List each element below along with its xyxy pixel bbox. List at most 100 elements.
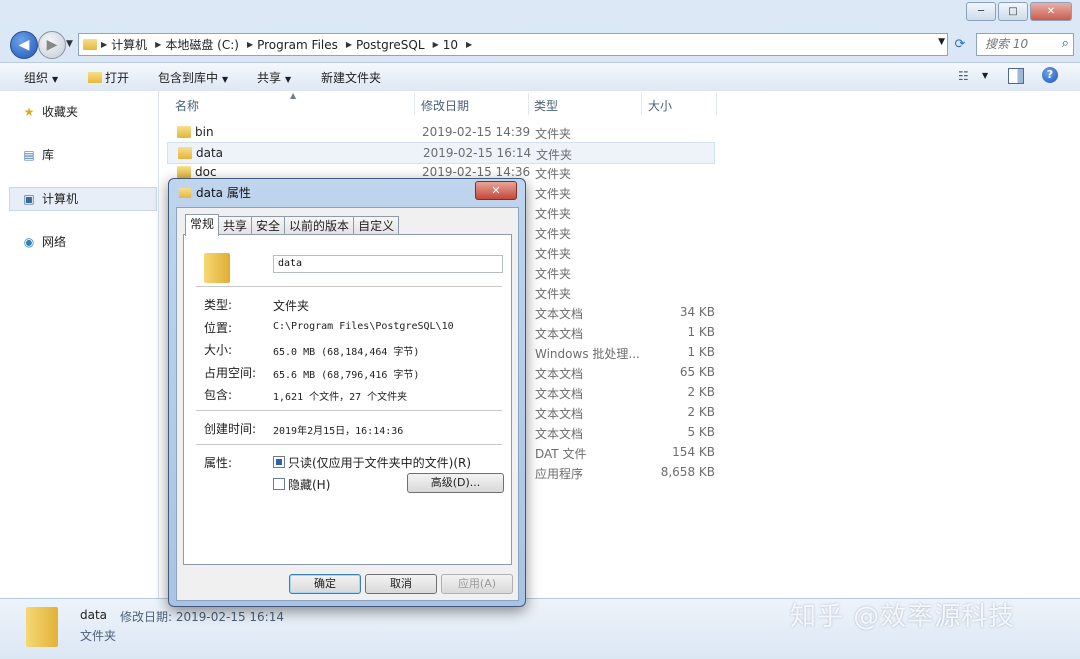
folder-icon	[26, 607, 58, 647]
breadcrumb-postgresql[interactable]: PostgreSQL	[356, 38, 425, 52]
ok-button[interactable]: 确定	[289, 574, 361, 594]
contains-label: 包含:	[204, 388, 233, 402]
type-label: 类型:	[204, 298, 233, 312]
chevron-right-icon[interactable]: ▶	[155, 40, 161, 49]
location-label: 位置:	[204, 321, 233, 335]
new-folder-button[interactable]: 新建文件夹	[321, 69, 381, 86]
view-options-icon[interactable]: ☷	[958, 69, 974, 83]
folder-icon	[178, 147, 192, 159]
tab-customize[interactable]: 自定义	[353, 216, 400, 235]
search-input[interactable]	[977, 34, 1053, 53]
chevron-down-icon: ▼	[222, 75, 229, 84]
column-header-name[interactable]: 名称	[175, 97, 199, 114]
refresh-icon[interactable]: ⟳	[950, 34, 970, 55]
size-value: 65.0 MB (68,184,464 字节)	[273, 347, 420, 358]
back-button[interactable]: ◀	[10, 31, 38, 59]
file-type: 文本文档	[535, 407, 584, 421]
column-divider[interactable]	[528, 93, 529, 115]
dialog-close-button[interactable]: ✕	[475, 181, 517, 200]
breadcrumb-local-disk[interactable]: 本地磁盘 (C:)	[165, 36, 239, 53]
file-size: 154 KB	[672, 445, 715, 459]
file-type: 文件夹	[535, 187, 572, 201]
maximize-button[interactable]: □	[998, 2, 1028, 21]
recent-pages-dropdown[interactable]: ▼	[66, 39, 73, 49]
nav-network[interactable]: ◉ 网络	[22, 233, 66, 250]
file-size: 34 KB	[679, 305, 715, 319]
include-in-library-button[interactable]: 包含到库中 ▼	[158, 69, 228, 86]
explorer-window: ─ □ ✕ ◀ ▶ ▼ ▶ 计算机 ▶ 本地磁盘 (C:) ▶ Program …	[0, 0, 1080, 659]
open-folder-icon	[88, 72, 102, 83]
command-bar: 组织 ▼ 打开 包含到库中 ▼ 共享 ▼ 新建文件夹 ☷ ▼ ?	[0, 62, 1080, 92]
address-dropdown[interactable]: ▼	[938, 37, 945, 47]
table-row-selected[interactable]: data 2019-02-15 16:14 文件夹	[167, 142, 715, 164]
chevron-down-icon: ▼	[285, 75, 292, 84]
computer-icon: ▣	[23, 192, 35, 206]
file-type: DAT 文件	[535, 447, 587, 461]
column-header-size[interactable]: 大小	[648, 97, 672, 114]
location-value: C:\Program Files\PostgreSQL\10	[273, 321, 454, 332]
file-size: 2 KB	[687, 405, 715, 419]
column-header-date[interactable]: 修改日期	[421, 97, 469, 114]
organize-button[interactable]: 组织 ▼	[24, 69, 58, 86]
column-divider[interactable]	[641, 93, 642, 115]
file-type: 文本文档	[535, 387, 584, 401]
file-date: 2019-02-15 14:36	[422, 165, 531, 179]
tab-previous-versions[interactable]: 以前的版本	[284, 216, 355, 235]
hidden-checkbox[interactable]: 隐藏(H)	[273, 476, 330, 493]
readonly-checkbox[interactable]: 只读(仅应用于文件夹中的文件)(R)	[273, 454, 471, 471]
library-icon: ▤	[23, 148, 35, 162]
help-icon[interactable]: ?	[1042, 67, 1058, 83]
file-type: 文件夹	[535, 127, 572, 141]
table-row[interactable]: bin 2019-02-15 14:39 文件夹	[167, 122, 715, 142]
column-divider[interactable]	[716, 93, 717, 115]
dialog-tabs: 常规 共享 安全 以前的版本 自定义	[185, 214, 400, 236]
forward-arrow-icon: ▶	[46, 37, 58, 53]
file-date: 2019-02-15 14:39	[422, 125, 531, 139]
file-size: 5 KB	[687, 425, 715, 439]
column-divider[interactable]	[414, 93, 415, 115]
cancel-button[interactable]: 取消	[365, 574, 437, 594]
apply-button[interactable]: 应用(A)	[441, 574, 513, 594]
breadcrumb-computer[interactable]: 计算机	[111, 36, 147, 53]
tab-sharing[interactable]: 共享	[218, 216, 253, 235]
nav-computer[interactable]: ▣ 计算机	[22, 190, 78, 207]
chevron-right-icon[interactable]: ▶	[101, 40, 107, 49]
divider	[196, 410, 502, 412]
file-size: 1 KB	[687, 345, 715, 359]
folder-icon	[204, 253, 230, 283]
chevron-down-icon[interactable]: ▼	[982, 71, 988, 80]
chevron-right-icon[interactable]: ▶	[466, 40, 472, 49]
column-header-type[interactable]: 类型	[534, 97, 558, 114]
divider	[196, 444, 502, 446]
file-type: 文件夹	[535, 207, 572, 221]
chevron-right-icon[interactable]: ▶	[433, 40, 439, 49]
disk-size-value: 65.6 MB (68,796,416 字节)	[273, 370, 420, 381]
file-date: 2019-02-15 16:14	[423, 146, 532, 160]
chevron-right-icon[interactable]: ▶	[346, 40, 352, 49]
tab-general[interactable]: 常规	[185, 214, 220, 236]
nav-libraries[interactable]: ▤ 库	[22, 146, 54, 163]
breadcrumb-10[interactable]: 10	[443, 38, 458, 52]
search-box[interactable]: ⌕	[976, 33, 1074, 56]
advanced-button[interactable]: 高级(D)...	[407, 473, 504, 493]
folder-name-field[interactable]	[273, 255, 503, 273]
forward-button[interactable]: ▶	[38, 31, 66, 59]
file-type: Windows 批处理...	[535, 347, 640, 361]
window-controls: ─ □ ✕	[964, 2, 1072, 21]
general-tab-panel: 类型: 文件夹 位置: C:\Program Files\PostgreSQL\…	[183, 234, 512, 565]
created-value: 2019年2月15日，16:14:36	[273, 426, 404, 437]
breadcrumb-program-files[interactable]: Program Files	[257, 38, 338, 52]
nav-favorites[interactable]: ★ 收藏夹	[22, 103, 78, 120]
search-icon[interactable]: ⌕	[1062, 36, 1069, 51]
open-button[interactable]: 打开	[88, 69, 129, 86]
address-bar[interactable]: ▶ 计算机 ▶ 本地磁盘 (C:) ▶ Program Files ▶ Post…	[78, 33, 948, 56]
tab-security[interactable]: 安全	[251, 216, 286, 235]
minimize-button[interactable]: ─	[966, 2, 996, 21]
share-button[interactable]: 共享 ▼	[257, 69, 291, 86]
back-arrow-icon: ◀	[18, 37, 30, 53]
chevron-right-icon[interactable]: ▶	[247, 40, 253, 49]
preview-pane-icon[interactable]	[1008, 68, 1024, 84]
watermark: 知乎 @效率源科技	[790, 602, 1016, 632]
folder-icon	[177, 126, 191, 138]
close-button[interactable]: ✕	[1030, 2, 1072, 21]
